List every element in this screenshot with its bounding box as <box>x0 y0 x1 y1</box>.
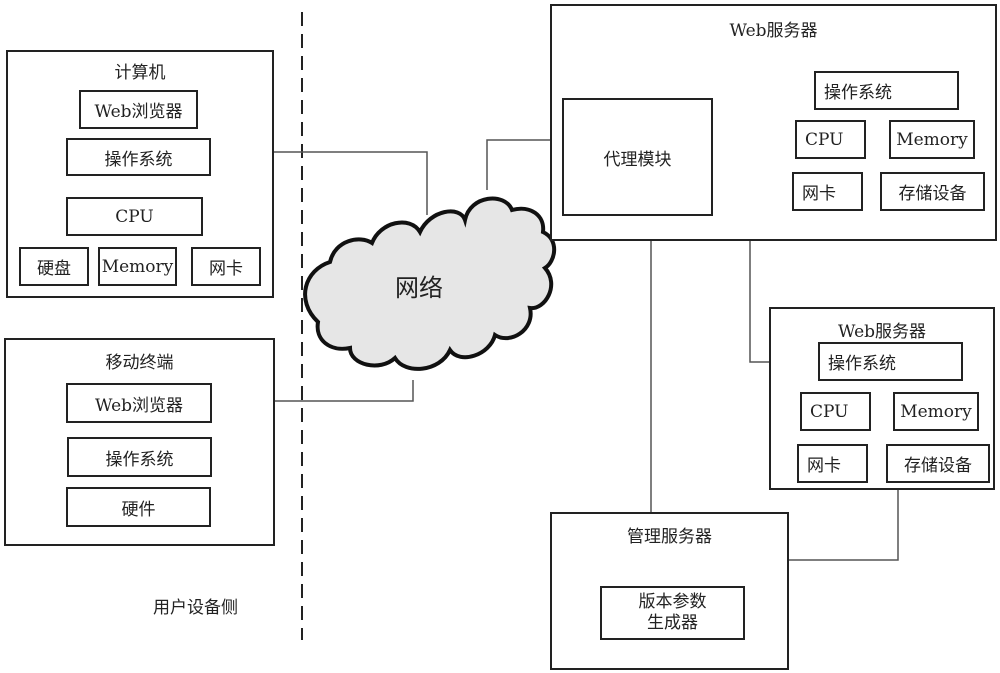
computer-title: 计算机 <box>114 63 166 83</box>
version-parameter-generator: 版本参数 生成器 <box>600 586 745 640</box>
computer-nic: 网卡 <box>191 247 261 286</box>
web-server-1-title: Web服务器 <box>729 21 818 41</box>
web-server-2-storage: 存储设备 <box>886 444 990 483</box>
web-server-1-nic: 网卡 <box>792 172 863 211</box>
link-mobile-network <box>274 380 414 402</box>
link-network-webserver1 <box>486 139 550 190</box>
management-server-title: 管理服务器 <box>627 527 712 547</box>
proxy-module: 代理模块 <box>562 98 713 216</box>
web-server-2-memory: Memory <box>893 392 979 431</box>
web-server-2-nic: 网卡 <box>797 444 868 483</box>
mobile-browser: Web浏览器 <box>66 383 212 423</box>
link-webserver2-management <box>787 489 899 561</box>
link-computer-network <box>270 151 428 215</box>
generator-line-1: 版本参数 <box>638 592 707 612</box>
user-side-label: 用户设备侧 <box>153 598 238 618</box>
mobile-title: 移动终端 <box>105 353 174 373</box>
link-webserver1-webserver2 <box>749 240 771 363</box>
network-label: 网络 <box>395 274 443 302</box>
web-server-2-os: 操作系统 <box>818 342 963 381</box>
web-server-1-os: 操作系统 <box>814 71 959 110</box>
computer-os: 操作系统 <box>66 138 211 176</box>
web-server-2-title: Web服务器 <box>837 322 927 342</box>
web-server-2-cpu: CPU <box>800 392 871 431</box>
web-server-1-memory: Memory <box>889 120 975 159</box>
computer-browser: Web浏览器 <box>79 90 198 129</box>
computer-disk: 硬盘 <box>19 247 89 286</box>
mobile-os: 操作系统 <box>67 437 212 477</box>
mobile-hardware: 硬件 <box>66 487 211 527</box>
computer-memory: Memory <box>98 247 177 286</box>
computer-cpu: CPU <box>66 197 203 236</box>
web-server-1-cpu: CPU <box>795 120 866 159</box>
generator-line-2: 生成器 <box>647 613 698 633</box>
web-server-1-storage: 存储设备 <box>880 172 985 211</box>
